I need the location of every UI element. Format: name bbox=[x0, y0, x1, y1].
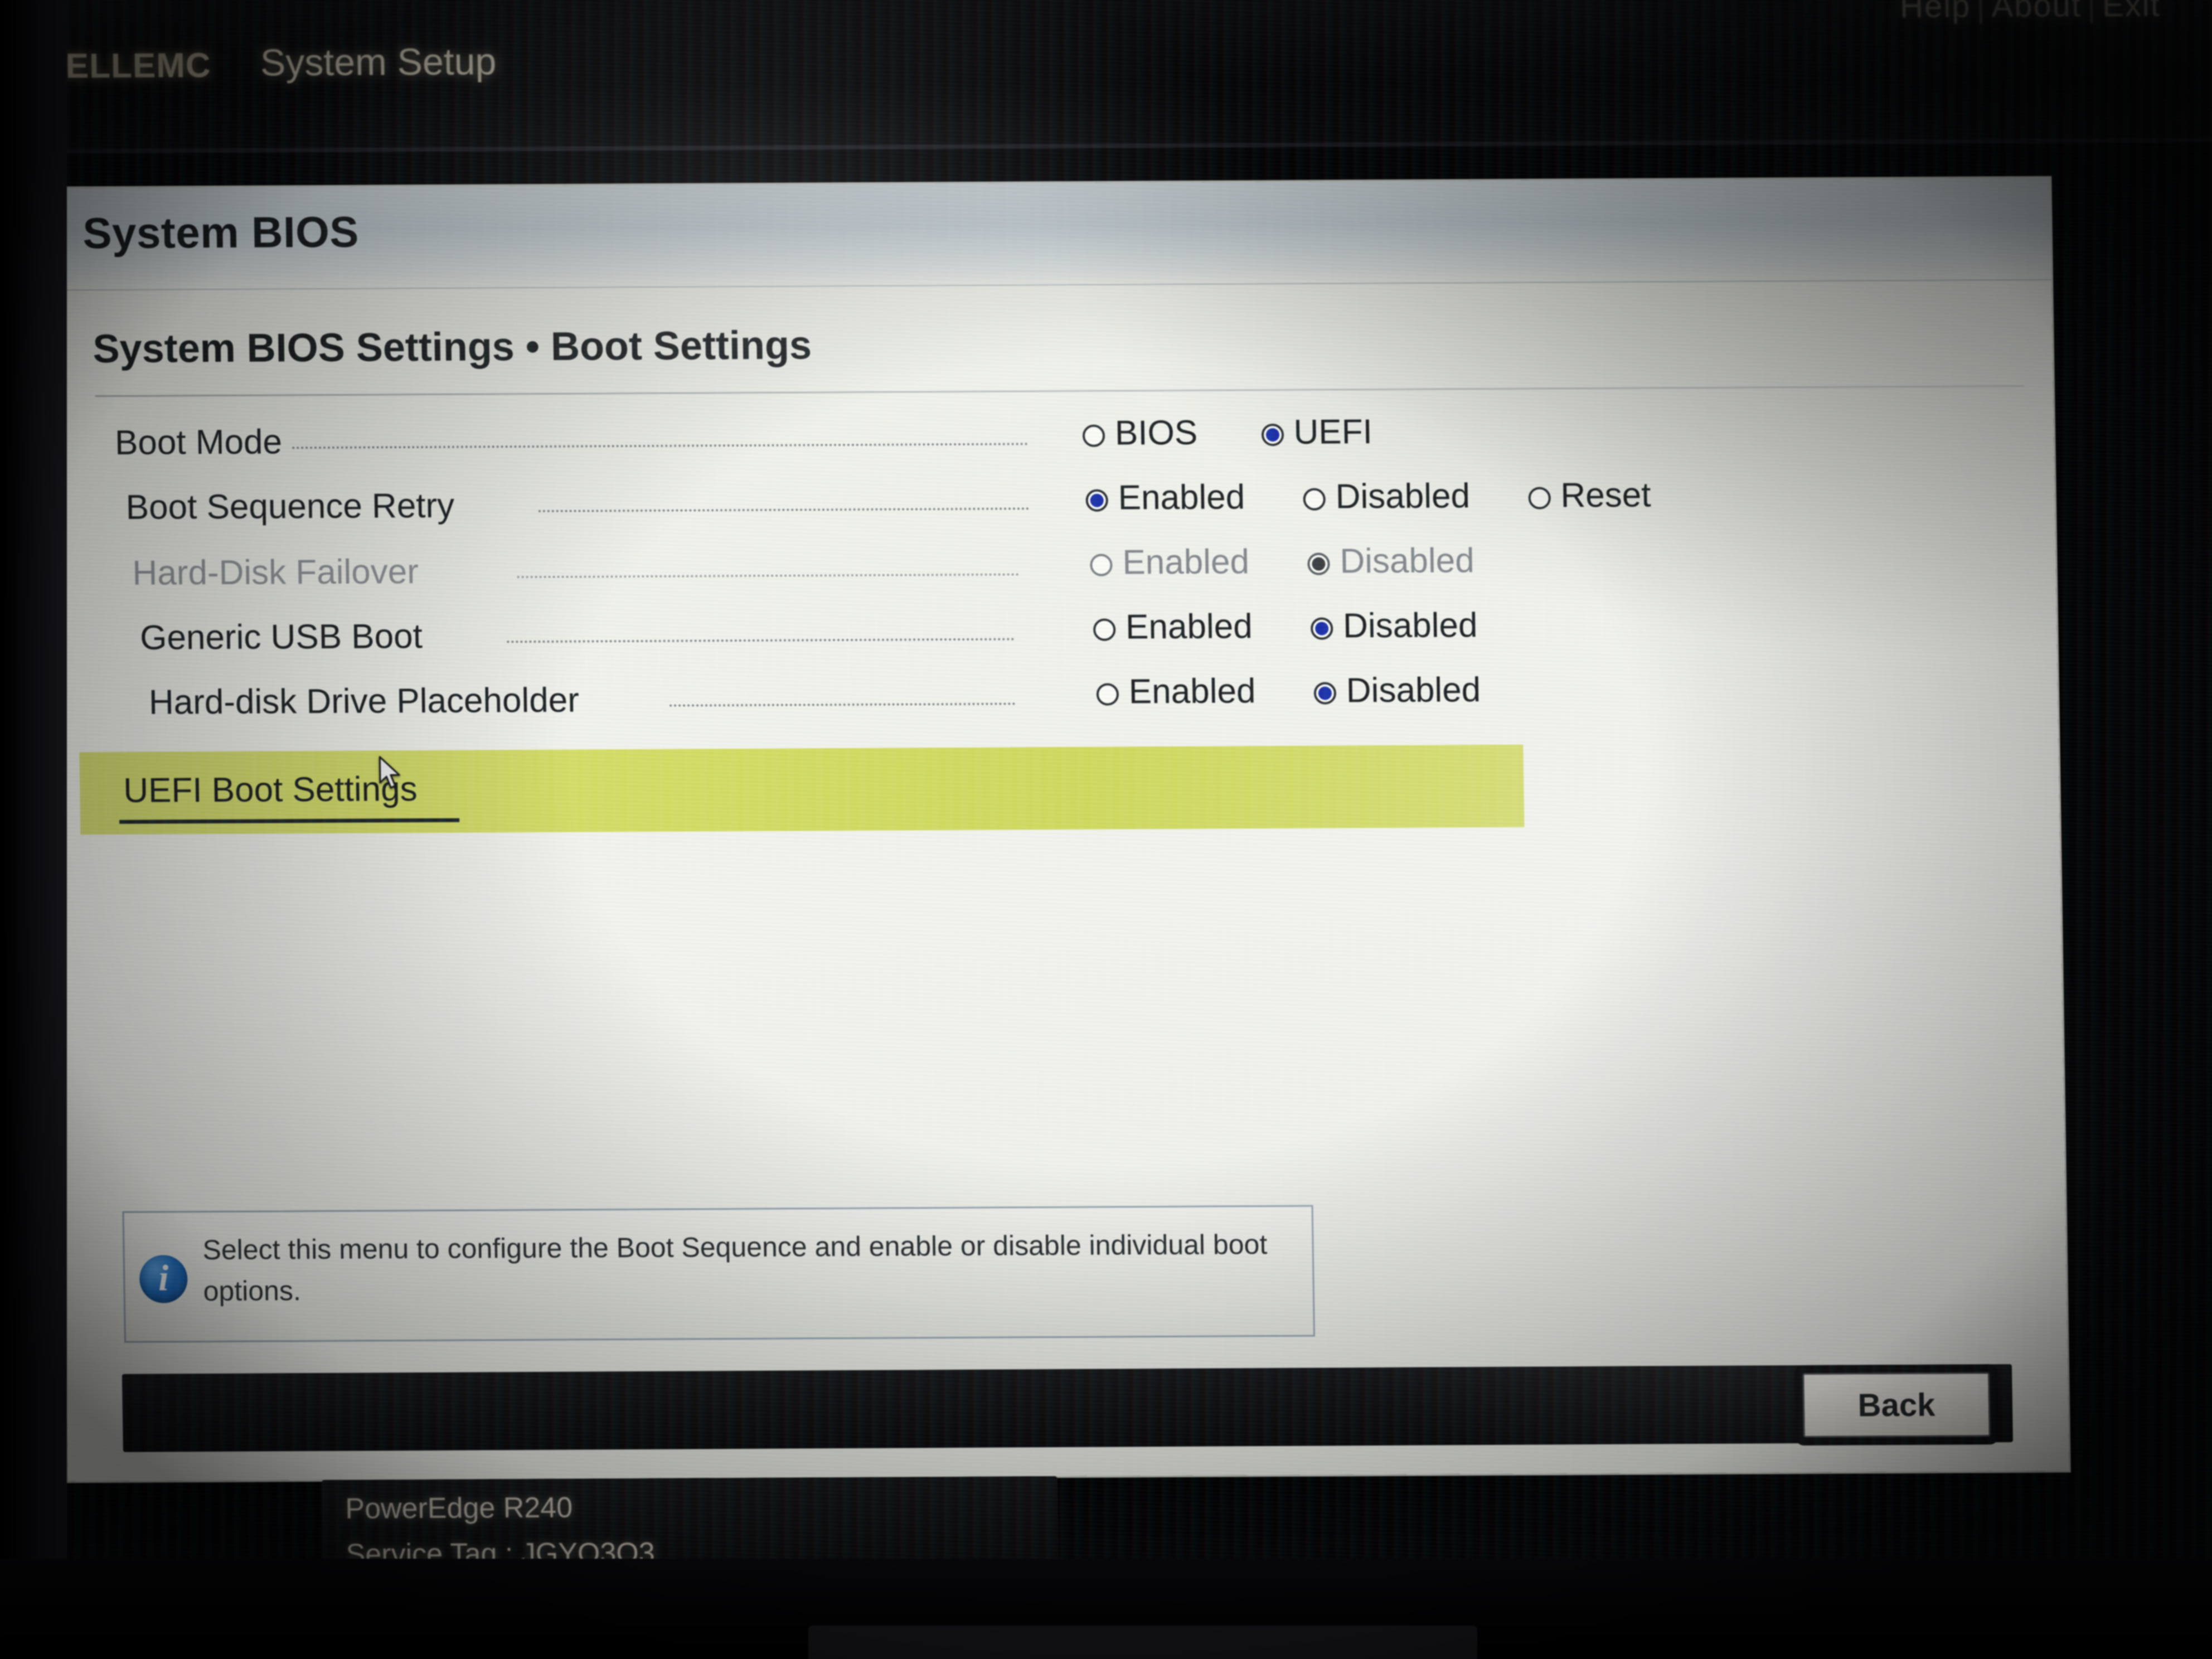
radio-option-retry-enabled[interactable]: Enabled bbox=[1085, 477, 1245, 517]
setting-row: Generic USB Boot Enabled Disabled bbox=[55, 600, 2057, 677]
menu-item-underline bbox=[119, 818, 460, 824]
monitor-stand bbox=[808, 1626, 1477, 1659]
dialog-footer-bar: Back bbox=[122, 1364, 2013, 1452]
radio-option-placeholder-enabled[interactable]: Enabled bbox=[1096, 671, 1256, 711]
mouse-cursor-icon bbox=[379, 756, 400, 789]
radio-label-placeholder-disabled: Disabled bbox=[1346, 671, 1481, 710]
leader-dots bbox=[292, 443, 1029, 449]
leader-dots bbox=[507, 638, 1015, 643]
radio-circle-usb-enabled[interactable] bbox=[1093, 618, 1116, 641]
radio-option-usb-enabled[interactable]: Enabled bbox=[1093, 607, 1253, 647]
leader-dots bbox=[517, 573, 1019, 579]
radio-circle-retry-reset[interactable] bbox=[1528, 487, 1551, 510]
setting-label-boot-sequence-retry: Boot Sequence Retry bbox=[125, 486, 455, 527]
radio-label-failover-disabled: Disabled bbox=[1339, 541, 1475, 581]
setting-row: Boot Sequence Retry Enabled Disabled Res… bbox=[53, 469, 2055, 545]
leader-dots bbox=[538, 507, 1029, 512]
radio-label-retry-reset: Reset bbox=[1560, 476, 1651, 515]
exit-link[interactable]: Exit bbox=[2102, 0, 2161, 23]
link-separator-2: | bbox=[2087, 0, 2097, 24]
leader-dots bbox=[670, 702, 1016, 707]
radio-circle-retry-enabled[interactable] bbox=[1085, 489, 1109, 512]
radio-option-usb-disabled[interactable]: Disabled bbox=[1310, 605, 1478, 646]
option-group-hard-disk-drive-placeholder: Enabled Disabled bbox=[1096, 670, 1481, 712]
radio-label-bios: BIOS bbox=[1114, 413, 1198, 453]
link-separator-1: | bbox=[1976, 0, 1986, 25]
radio-label-retry-enabled: Enabled bbox=[1118, 478, 1245, 517]
setting-row: Hard-Disk Failover Enabled Disabled bbox=[54, 535, 2056, 611]
option-group-boot-sequence-retry: Enabled Disabled Reset bbox=[1085, 476, 1651, 518]
radio-label-usb-disabled: Disabled bbox=[1342, 606, 1478, 646]
info-circle-icon bbox=[139, 1255, 188, 1303]
bios-screen: DELLEMC System Setup Help | About | Exit Sys… bbox=[6, 0, 2212, 1592]
radio-label-failover-enabled: Enabled bbox=[1122, 542, 1250, 582]
breadcrumb-divider bbox=[95, 385, 2024, 397]
monitor-bezel-left bbox=[0, 0, 67, 1659]
setting-label-generic-usb-boot: Generic USB Boot bbox=[139, 617, 423, 657]
setting-label-hard-disk-failover: Hard-Disk Failover bbox=[132, 552, 419, 593]
system-bios-dialog: System BIOS System BIOS Settings • Boot … bbox=[48, 177, 2069, 1589]
menu-item-uefi-boot-settings[interactable]: UEFI Boot Settings bbox=[79, 744, 1525, 835]
radio-circle-placeholder-disabled[interactable] bbox=[1313, 682, 1337, 705]
page-title: System BIOS bbox=[82, 207, 360, 258]
setting-row: Hard-disk Drive Placeholder Enabled Disa… bbox=[56, 666, 2058, 743]
dialog-title-bar: System BIOS bbox=[48, 177, 2052, 291]
setting-label-boot-mode: Boot Mode bbox=[114, 423, 283, 462]
setting-row: Boot Mode BIOS UEFI bbox=[52, 403, 2054, 479]
header-links: Help | About | Exit bbox=[1900, 0, 2161, 25]
radio-label-placeholder-enabled: Enabled bbox=[1128, 672, 1256, 711]
radio-option-uefi[interactable]: UEFI bbox=[1261, 412, 1372, 452]
radio-option-bios[interactable]: BIOS bbox=[1082, 413, 1198, 453]
radio-circle-uefi[interactable] bbox=[1261, 423, 1284, 447]
about-link[interactable]: About bbox=[1991, 0, 2082, 24]
setting-label-hard-disk-drive-placeholder: Hard-disk Drive Placeholder bbox=[148, 681, 580, 722]
radio-circle-usb-disabled[interactable] bbox=[1310, 617, 1333, 640]
radio-label-uefi: UEFI bbox=[1293, 413, 1373, 452]
menu-item-label: UEFI Boot Settings bbox=[123, 770, 418, 810]
system-model: PowerEdge R240 bbox=[345, 1491, 573, 1525]
radio-circle-retry-disabled[interactable] bbox=[1303, 488, 1326, 511]
radio-circle-failover-enabled bbox=[1090, 554, 1113, 576]
radio-label-usb-enabled: Enabled bbox=[1125, 607, 1253, 647]
back-button[interactable]: Back bbox=[1802, 1372, 1991, 1438]
option-group-generic-usb-boot: Enabled Disabled bbox=[1093, 605, 1478, 647]
settings-list: Boot Mode BIOS UEFI Boot Sequence Retry bbox=[52, 403, 2058, 743]
help-text: Select this menu to configure the Boot S… bbox=[202, 1229, 1268, 1307]
radio-label-retry-disabled: Disabled bbox=[1335, 477, 1471, 516]
radio-option-failover-enabled: Enabled bbox=[1090, 542, 1250, 582]
help-link[interactable]: Help bbox=[1900, 0, 1971, 25]
app-header-bar: DELLEMC System Setup Help | About | Exit bbox=[6, 0, 2212, 154]
radio-option-placeholder-disabled[interactable]: Disabled bbox=[1313, 670, 1481, 711]
help-info-panel: Select this menu to configure the Boot S… bbox=[122, 1205, 1316, 1343]
radio-circle-bios[interactable] bbox=[1082, 424, 1105, 447]
radio-option-failover-disabled: Disabled bbox=[1307, 541, 1474, 581]
radio-circle-placeholder-enabled[interactable] bbox=[1096, 683, 1119, 706]
photographed-monitor: DELLEMC System Setup Help | About | Exit Sys… bbox=[0, 0, 2212, 1659]
breadcrumb: System BIOS Settings • Boot Settings bbox=[92, 323, 812, 372]
radio-circle-failover-disabled bbox=[1307, 552, 1330, 575]
option-group-boot-mode: BIOS UEFI bbox=[1082, 412, 1372, 453]
radio-option-retry-disabled[interactable]: Disabled bbox=[1303, 476, 1470, 517]
app-title: System Setup bbox=[260, 40, 497, 84]
radio-option-retry-reset[interactable]: Reset bbox=[1528, 476, 1651, 516]
option-group-hard-disk-failover: Enabled Disabled bbox=[1090, 541, 1474, 583]
